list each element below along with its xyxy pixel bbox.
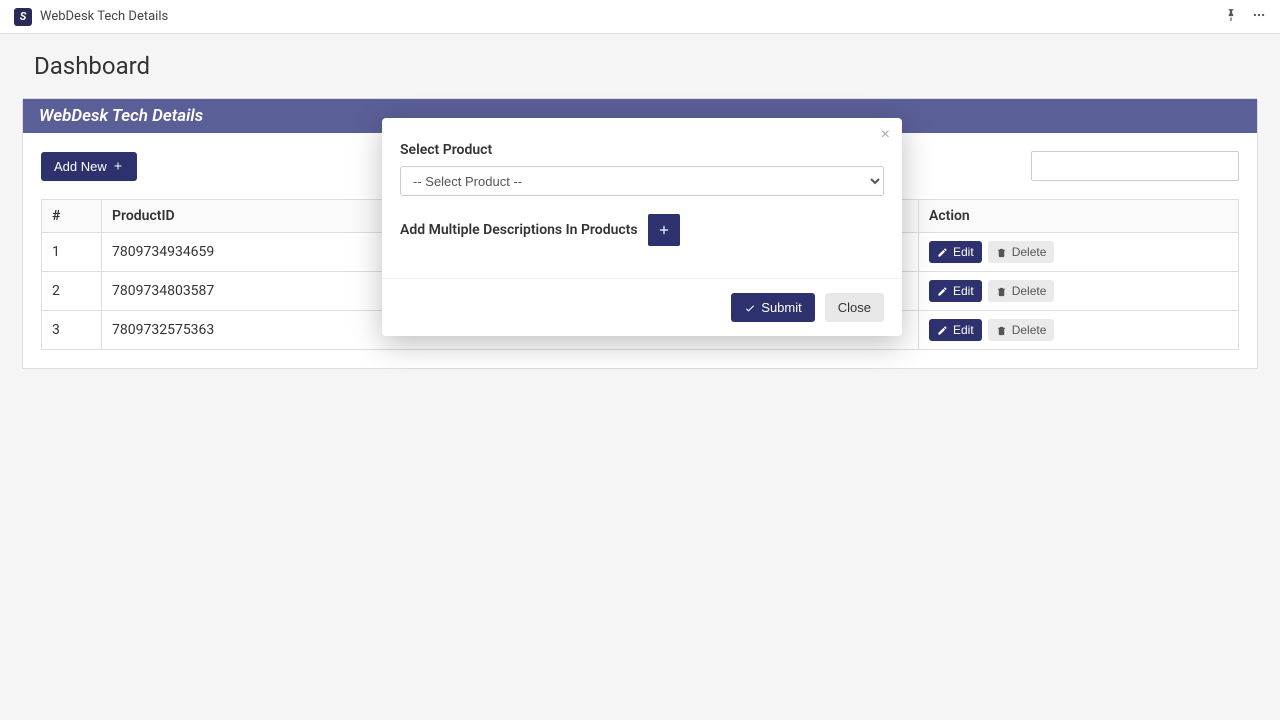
check-icon — [744, 302, 756, 314]
close-button[interactable]: Close — [825, 293, 884, 322]
delete-label: Delete — [1012, 245, 1047, 259]
delete-button[interactable]: Delete — [988, 319, 1055, 341]
col-header-action: Action — [919, 200, 1239, 233]
delete-button[interactable]: Delete — [988, 241, 1055, 263]
plus-icon — [657, 223, 671, 237]
app-icon: S — [14, 8, 32, 26]
search-input[interactable] — [1031, 151, 1239, 181]
edit-icon — [937, 247, 948, 258]
add-new-button[interactable]: Add New — [41, 152, 137, 181]
trash-icon — [996, 325, 1007, 336]
edit-button[interactable]: Edit — [929, 280, 982, 302]
edit-icon — [937, 325, 948, 336]
select-product-dropdown[interactable]: -- Select Product -- — [400, 166, 884, 196]
cell-num: 2 — [42, 272, 102, 311]
cell-action: Edit Delete — [919, 272, 1239, 311]
delete-button[interactable]: Delete — [988, 280, 1055, 302]
more-icon[interactable] — [1252, 8, 1266, 26]
submit-button[interactable]: Submit — [731, 293, 814, 322]
product-modal: × Select Product -- Select Product -- Ad… — [382, 118, 902, 336]
close-label: Close — [838, 300, 871, 315]
cell-action: Edit Delete — [919, 233, 1239, 272]
col-header-num: # — [42, 200, 102, 233]
multi-desc-label: Add Multiple Descriptions In Products — [400, 222, 638, 238]
topbar: S WebDesk Tech Details — [0, 0, 1280, 34]
cell-num: 1 — [42, 233, 102, 272]
select-product-label: Select Product — [400, 142, 884, 158]
submit-label: Submit — [761, 300, 801, 315]
trash-icon — [996, 247, 1007, 258]
close-icon: × — [881, 126, 890, 143]
add-new-label: Add New — [54, 159, 107, 174]
trash-icon — [996, 286, 1007, 297]
edit-label: Edit — [953, 323, 974, 337]
page-title: Dashboard — [0, 34, 1280, 98]
topbar-title: WebDesk Tech Details — [40, 9, 168, 24]
cell-action: Edit Delete — [919, 311, 1239, 350]
plus-icon — [112, 160, 124, 172]
modal-close-button[interactable]: × — [881, 126, 890, 144]
topbar-left: S WebDesk Tech Details — [14, 8, 168, 26]
pin-icon[interactable] — [1224, 8, 1238, 26]
delete-label: Delete — [1012, 323, 1047, 337]
delete-label: Delete — [1012, 284, 1047, 298]
edit-button[interactable]: Edit — [929, 319, 982, 341]
edit-label: Edit — [953, 284, 974, 298]
edit-button[interactable]: Edit — [929, 241, 982, 263]
edit-icon — [937, 286, 948, 297]
edit-label: Edit — [953, 245, 974, 259]
cell-num: 3 — [42, 311, 102, 350]
add-description-button[interactable] — [648, 214, 680, 246]
topbar-right — [1224, 8, 1266, 26]
